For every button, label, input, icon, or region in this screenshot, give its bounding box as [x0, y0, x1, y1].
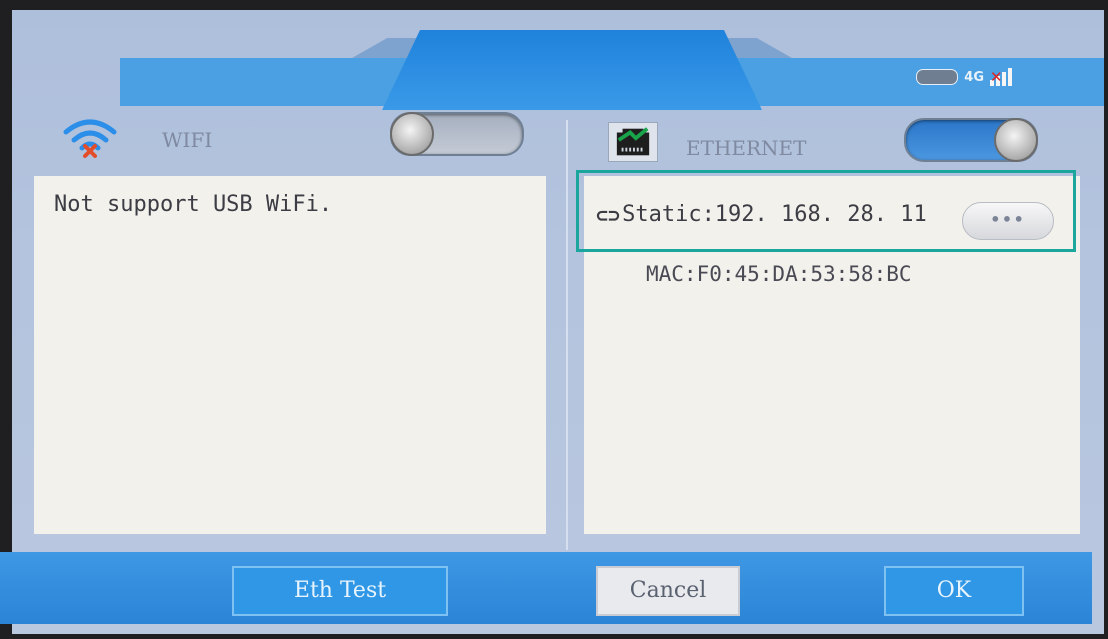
- ok-button[interactable]: OK: [884, 566, 1024, 616]
- signal-no-service-icon: ✕: [990, 68, 1012, 86]
- wifi-toggle[interactable]: [390, 112, 524, 156]
- header-tab: [382, 30, 762, 110]
- wifi-toggle-knob: [390, 112, 434, 156]
- ethernet-toggle-knob: [994, 118, 1038, 162]
- mac-address-text: MAC:F0:45:DA:53:58:BC: [646, 262, 912, 286]
- ethernet-connection-row[interactable]: ⊂⊃ Static:192. 168. 28. 11: [596, 202, 927, 227]
- ip-address-text: Static:192. 168. 28. 11: [622, 202, 927, 227]
- status-area: 4G ✕: [916, 68, 1012, 86]
- section-divider: [566, 120, 568, 550]
- wifi-label: WIFI: [162, 128, 213, 152]
- ethernet-settings-button[interactable]: •••: [962, 202, 1054, 240]
- ethernet-toggle[interactable]: [904, 118, 1038, 162]
- wifi-panel: [34, 176, 546, 534]
- cancel-button[interactable]: Cancel: [596, 566, 740, 616]
- network-type-label: 4G: [964, 69, 984, 85]
- wifi-disabled-icon: [63, 119, 117, 158]
- ethernet-port-icon: [608, 122, 658, 162]
- battery-icon: [916, 69, 959, 85]
- ethernet-label: ETHERNET: [686, 136, 807, 160]
- link-icon: ⊂⊃: [596, 202, 621, 227]
- wifi-status-message: Not support USB WiFi.: [54, 192, 333, 217]
- eth-test-button[interactable]: Eth Test: [232, 566, 448, 616]
